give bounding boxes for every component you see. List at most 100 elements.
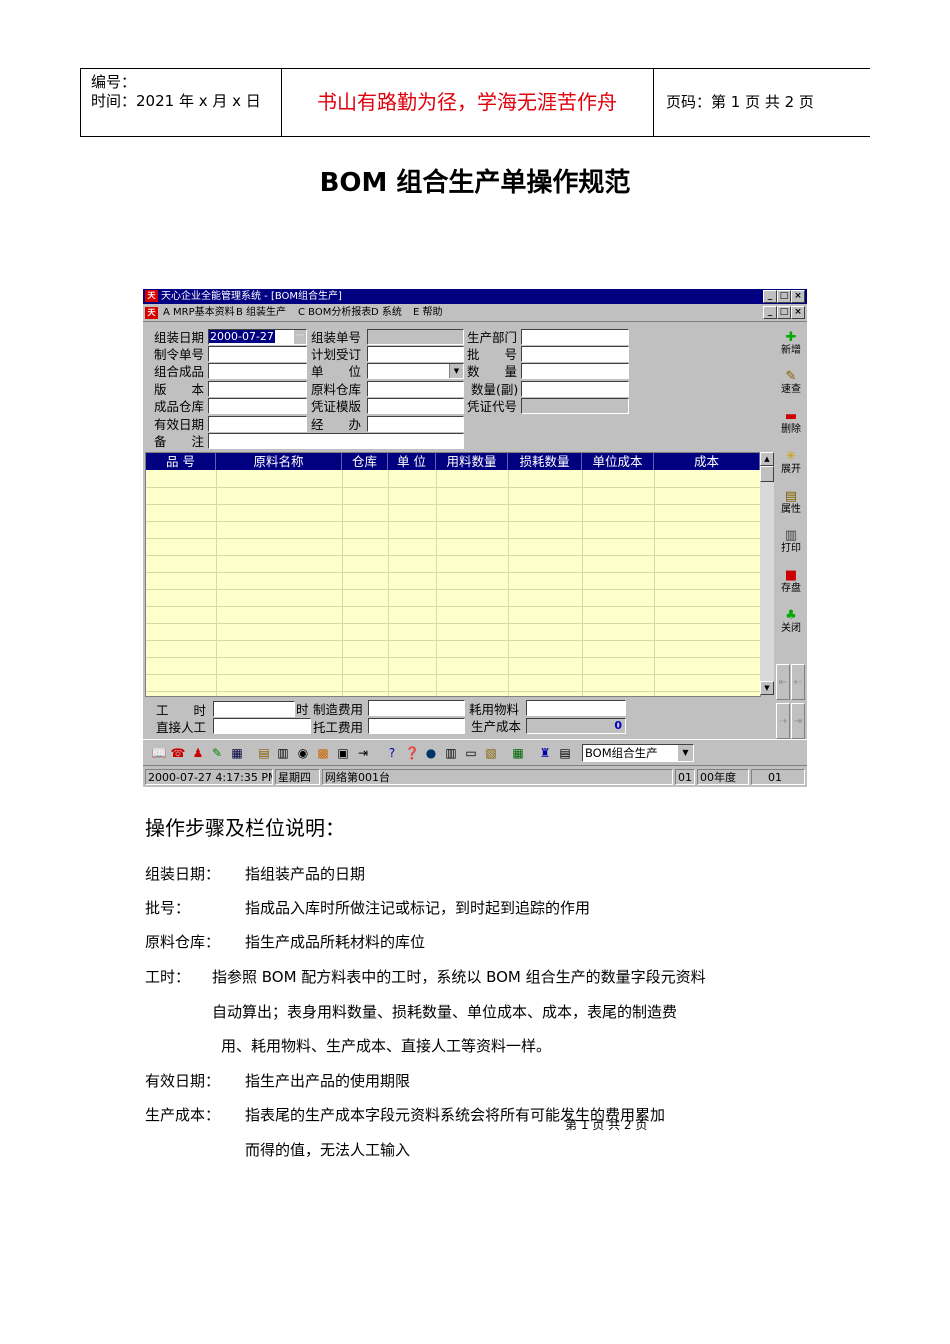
- scroll-up-icon[interactable]: ▲: [760, 452, 774, 466]
- col-warehouse[interactable]: 仓库: [342, 453, 388, 470]
- menu-assembly[interactable]: B 组装生产: [236, 304, 286, 321]
- table-row[interactable]: [146, 657, 760, 658]
- version-field[interactable]: [208, 381, 307, 397]
- table-row[interactable]: [146, 589, 760, 590]
- add-button[interactable]: ✚ 新增: [777, 329, 805, 365]
- people-icon[interactable]: ♟: [190, 745, 206, 761]
- user-icon[interactable]: ♜: [537, 745, 553, 761]
- table-row[interactable]: [146, 538, 760, 539]
- table-row[interactable]: [146, 606, 760, 607]
- doc-restore-icon[interactable]: □: [777, 306, 791, 319]
- printer-small-icon[interactable]: ▥: [275, 745, 291, 761]
- table-row[interactable]: [146, 487, 760, 488]
- item-term: 工时：: [145, 968, 191, 986]
- material-field[interactable]: [526, 700, 626, 716]
- folder-icon[interactable]: ▧: [483, 745, 499, 761]
- last-record-icon[interactable]: ⇥: [791, 703, 805, 739]
- raw-wh-field[interactable]: [367, 381, 464, 397]
- network-icon[interactable]: ▦: [510, 745, 526, 761]
- prev-record-icon[interactable]: ⇠: [791, 664, 805, 700]
- doc-close-icon[interactable]: ×: [791, 306, 805, 319]
- unit-select[interactable]: ▼: [367, 363, 464, 379]
- calculator-icon[interactable]: ▥: [443, 745, 459, 761]
- col-loss-qty[interactable]: 损耗数量: [508, 453, 582, 470]
- close-button[interactable]: ♣ 关闭: [777, 607, 805, 643]
- assembly-date-field[interactable]: 2000-07-27 ···: [208, 329, 307, 345]
- batch-field[interactable]: [521, 346, 629, 362]
- properties-button[interactable]: ▤ 属性: [777, 488, 805, 524]
- print-button[interactable]: ▥ 打印: [777, 527, 805, 563]
- table-row[interactable]: [146, 572, 760, 573]
- scroll-thumb[interactable]: [760, 466, 774, 482]
- ellipsis-icon[interactable]: ···: [294, 330, 306, 344]
- menu-help[interactable]: E 帮助: [413, 304, 443, 321]
- outsource-field[interactable]: [368, 718, 465, 734]
- product-wh-field[interactable]: [208, 398, 307, 414]
- menu-mrp[interactable]: A MRP基本资料: [163, 304, 235, 321]
- help-icon[interactable]: ?: [384, 745, 400, 761]
- qty-sub-field[interactable]: [521, 381, 629, 397]
- chevron-down-icon[interactable]: ▼: [678, 745, 693, 761]
- table-row[interactable]: [146, 555, 760, 556]
- detail-grid[interactable]: 品 号 原料名称 仓库 单 位 用料数量 损耗数量 单位成本 成本: [145, 452, 761, 697]
- scanner-icon[interactable]: ▣: [335, 745, 351, 761]
- menu-bom-report[interactable]: C BOM分析报表: [298, 304, 371, 321]
- monitor-icon[interactable]: ▭: [463, 745, 479, 761]
- status-code2: 01: [751, 769, 805, 785]
- product-field[interactable]: [208, 363, 307, 379]
- grid-icon[interactable]: ▩: [315, 745, 331, 761]
- handler-field[interactable]: [367, 416, 464, 432]
- notebook-icon[interactable]: ▤: [256, 745, 272, 761]
- save-button[interactable]: ■ 存盘: [777, 567, 805, 603]
- col-unit-cost[interactable]: 单位成本: [582, 453, 654, 470]
- table-row[interactable]: [146, 623, 760, 624]
- question-book-icon[interactable]: ❓: [404, 745, 420, 761]
- module-select[interactable]: BOM组合生产 ▼: [582, 744, 694, 762]
- minimize-icon[interactable]: _: [763, 290, 777, 303]
- chart-icon[interactable]: ✎: [209, 745, 225, 761]
- phone-icon[interactable]: ☎: [170, 745, 186, 761]
- grid-header: 品 号 原料名称 仓库 单 位 用料数量 损耗数量 单位成本 成本: [146, 453, 760, 470]
- order-no-field[interactable]: [208, 346, 307, 362]
- first-record-icon[interactable]: ⇤: [776, 664, 790, 700]
- direct-labor-field[interactable]: [213, 718, 311, 734]
- labor-hours-field[interactable]: [213, 701, 295, 717]
- voucher-tpl-field[interactable]: [367, 398, 464, 414]
- remark-field[interactable]: [208, 433, 464, 449]
- quick-search-button[interactable]: ✎ 速查: [777, 368, 805, 404]
- delete-button[interactable]: ▬ 删除: [777, 408, 805, 444]
- scroll-down-icon[interactable]: ▼: [760, 681, 774, 695]
- valid-date-field[interactable]: [208, 416, 307, 432]
- mfg-cost-field[interactable]: [368, 700, 465, 716]
- maximize-icon[interactable]: □: [777, 290, 791, 303]
- doc-minimize-icon[interactable]: _: [763, 306, 777, 319]
- book-icon[interactable]: 📖: [151, 745, 167, 761]
- table-row[interactable]: [146, 640, 760, 641]
- col-unit[interactable]: 单 位: [388, 453, 436, 470]
- col-item-no[interactable]: 品 号: [146, 453, 216, 470]
- close-icon[interactable]: ×: [791, 290, 805, 303]
- product-label: 组合成品: [154, 364, 205, 379]
- calendar-icon[interactable]: ▦: [229, 745, 245, 761]
- table-row[interactable]: [146, 691, 760, 692]
- table-row[interactable]: [146, 504, 760, 505]
- dept-field[interactable]: [521, 329, 629, 345]
- globe-icon[interactable]: ●: [423, 745, 439, 761]
- export-icon[interactable]: ⇥: [355, 745, 371, 761]
- status-code1: 01: [675, 769, 695, 785]
- plan-field[interactable]: [367, 346, 464, 362]
- qty-field[interactable]: [521, 363, 629, 379]
- col-material-name[interactable]: 原料名称: [216, 453, 342, 470]
- exit-icon: ♣: [785, 608, 797, 623]
- view-icon[interactable]: ◉: [295, 745, 311, 761]
- expand-button[interactable]: ✳ 展开: [777, 448, 805, 484]
- table-row[interactable]: [146, 521, 760, 522]
- col-cost[interactable]: 成本: [654, 453, 760, 470]
- table-row[interactable]: [146, 674, 760, 675]
- print-preview-icon[interactable]: ▤: [557, 745, 573, 761]
- menu-system[interactable]: D 系统: [371, 304, 402, 321]
- chevron-down-icon[interactable]: ▼: [449, 364, 463, 378]
- col-usage-qty[interactable]: 用料数量: [436, 453, 508, 470]
- grid-scrollbar[interactable]: ▲ ▼: [760, 452, 774, 695]
- next-record-icon[interactable]: ⇢: [776, 703, 790, 739]
